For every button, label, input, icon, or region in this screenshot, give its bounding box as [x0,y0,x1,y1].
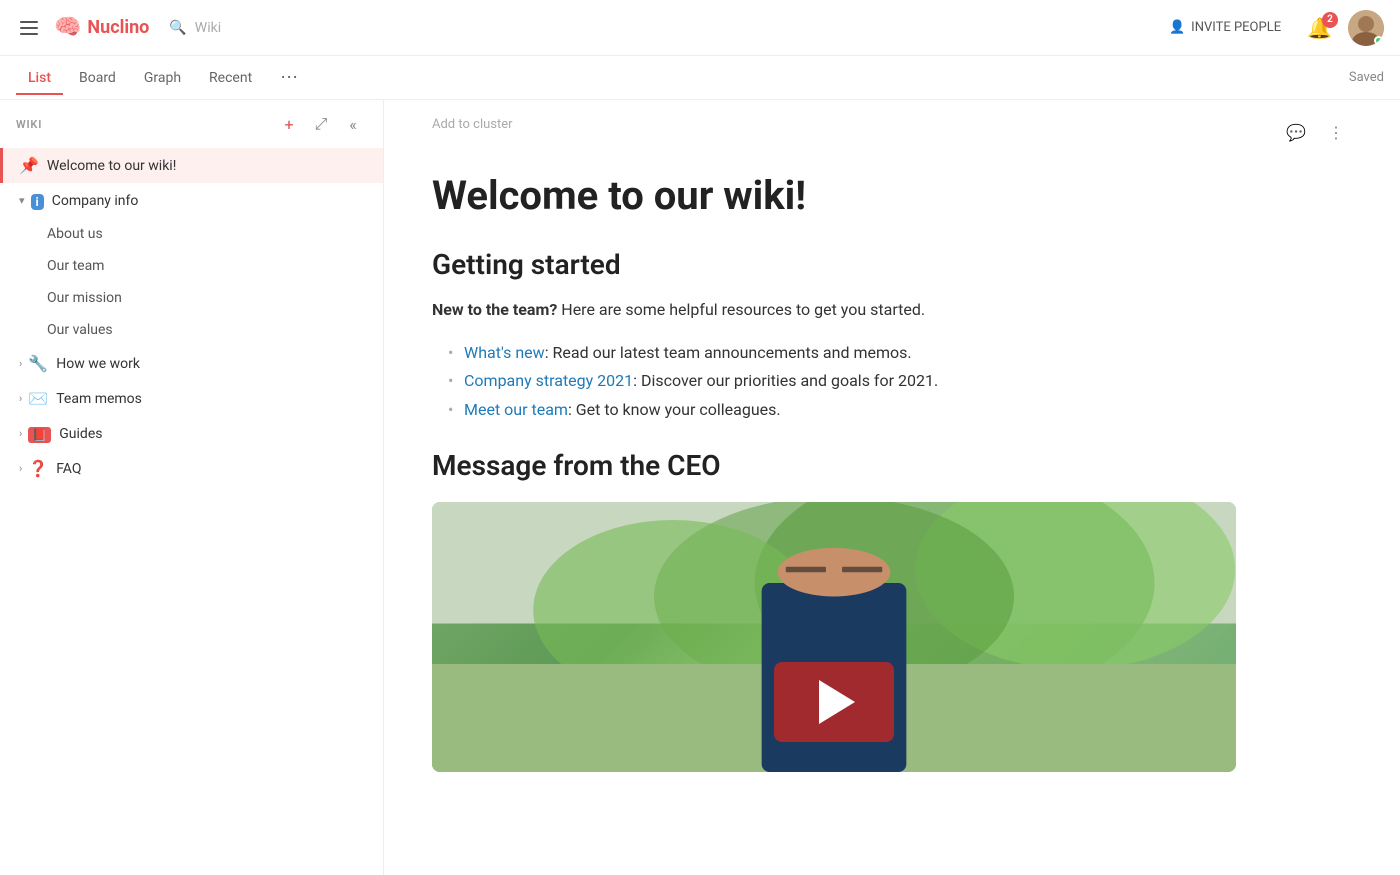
expand-icon[interactable]: › [19,392,22,405]
expand-sidebar-button[interactable]: ⤢ [307,110,335,138]
main-content: Add to cluster 💬 ⋮ Welcome to our wiki! … [384,100,1400,875]
question-icon: ❓ [28,459,48,478]
more-options-button[interactable]: ⋮ [1320,116,1352,148]
sidebar-item-guides[interactable]: › 📕 Guides [0,416,383,451]
sidebar-item-label: Our team [47,258,367,274]
bullet-rest: : Get to know your colleagues. [568,400,781,419]
play-button[interactable] [774,662,894,742]
tab-graph[interactable]: Graph [132,62,193,94]
meet-team-link[interactable]: Meet our team [464,400,568,419]
sidebar-item-faq[interactable]: › ❓ FAQ [0,451,383,486]
pin-icon: 📌 [19,156,39,175]
sidebar-header: WIKI + ⤢ « [0,100,383,148]
sidebar-item-company-info[interactable]: ▾ i Company info [0,183,383,218]
sidebar-item-label: Our values [47,322,367,338]
sidebar-item-label: About us [47,226,367,242]
add-item-button[interactable]: + [275,110,303,138]
mail-icon: ✉️ [28,389,48,408]
whats-new-link[interactable]: What's new [464,343,545,362]
expand-icon[interactable]: › [19,462,22,475]
intro-bold: New to the team? [432,300,557,319]
logo[interactable]: 🧠 Nuclino [54,15,149,40]
search-label: Wiki [195,20,221,36]
bullet-rest: : Read our latest team announcements and… [545,343,912,362]
sidebar-actions: + ⤢ « [275,110,367,138]
bullet-rest: : Discover our priorities and goals for … [633,371,938,390]
sidebar-item-our-team[interactable]: Our team [0,250,383,282]
tab-bar: List Board Graph Recent ⋯ Saved [0,56,1400,100]
list-item: What's new: Read our latest team announc… [448,339,1236,368]
sidebar-item-how-we-work[interactable]: › 🔧 How we work [0,346,383,381]
video-thumbnail [432,502,1236,772]
add-to-cluster-link[interactable]: Add to cluster [432,117,513,132]
book-icon: 📕 [28,424,51,443]
resource-list: What's new: Read our latest team announc… [432,339,1236,425]
top-nav: 🧠 Nuclino 🔍 Wiki 👤 INVITE PEOPLE 🔔 2 [0,0,1400,56]
saved-indicator: Saved [1349,70,1384,85]
list-item: Meet our team: Get to know your colleagu… [448,396,1236,425]
sidebar: WIKI + ⤢ « 📌 Welcome to our wiki! ▾ i Co… [0,100,384,875]
sidebar-title: WIKI [16,118,267,131]
invite-icon: 👤 [1169,20,1185,35]
tab-more-button[interactable]: ⋯ [272,63,306,92]
wrench-icon: 🔧 [28,354,48,373]
content-body: Welcome to our wiki! Getting started New… [384,148,1284,796]
tab-board[interactable]: Board [67,62,128,94]
info-icon: i [31,191,44,210]
sidebar-item-team-memos[interactable]: › ✉️ Team memos [0,381,383,416]
expand-icon[interactable]: › [19,357,22,370]
sidebar-item-label: Team memos [56,391,351,407]
ceo-section-title: Message from the CEO [432,449,1236,482]
getting-started-title: Getting started [432,248,1236,281]
invite-label: INVITE PEOPLE [1191,20,1281,35]
play-triangle-icon [819,680,855,724]
sidebar-item-our-values[interactable]: Our values [0,314,383,346]
tab-list[interactable]: List [16,62,63,94]
search-bar[interactable]: 🔍 Wiki [169,20,221,36]
comment-button[interactable]: 💬 [1280,116,1312,148]
sidebar-item-label: FAQ [56,461,351,477]
sidebar-item-label: Guides [59,426,351,442]
sidebar-item-label: Company info [52,193,351,209]
avatar[interactable] [1348,10,1384,46]
sidebar-item-our-mission[interactable]: Our mission [0,282,383,314]
expand-icon[interactable]: › [19,427,22,440]
sidebar-item-label: How we work [56,356,351,372]
nav-right: 👤 INVITE PEOPLE 🔔 2 [1159,10,1384,46]
intro-text: Here are some helpful resources to get y… [557,300,925,319]
sidebar-item-label: Welcome to our wiki! [47,158,367,174]
sidebar-item-about-us[interactable]: About us [0,218,383,250]
app-name: Nuclino [87,17,149,38]
invite-people-button[interactable]: 👤 INVITE PEOPLE [1159,14,1291,41]
sidebar-item-welcome[interactable]: 📌 Welcome to our wiki! [0,148,383,183]
main-layout: WIKI + ⤢ « 📌 Welcome to our wiki! ▾ i Co… [0,100,1400,875]
content-top-actions: 💬 ⋮ [1280,116,1352,148]
video-container[interactable] [432,502,1236,772]
search-icon: 🔍 [169,20,186,36]
notifications-button[interactable]: 🔔 2 [1307,16,1332,40]
company-strategy-link[interactable]: Company strategy 2021 [464,371,633,390]
collapse-sidebar-button[interactable]: « [339,110,367,138]
logo-brain-icon: 🧠 [54,15,81,40]
hamburger-menu[interactable] [16,17,42,39]
tab-recent[interactable]: Recent [197,62,264,94]
online-indicator [1374,36,1383,45]
page-title: Welcome to our wiki! [432,172,1236,220]
intro-paragraph: New to the team? Here are some helpful r… [432,297,1236,323]
list-item: Company strategy 2021: Discover our prio… [448,367,1236,396]
expand-icon[interactable]: ▾ [19,194,25,207]
sidebar-item-label: Our mission [47,290,367,306]
notification-badge: 2 [1322,12,1338,28]
